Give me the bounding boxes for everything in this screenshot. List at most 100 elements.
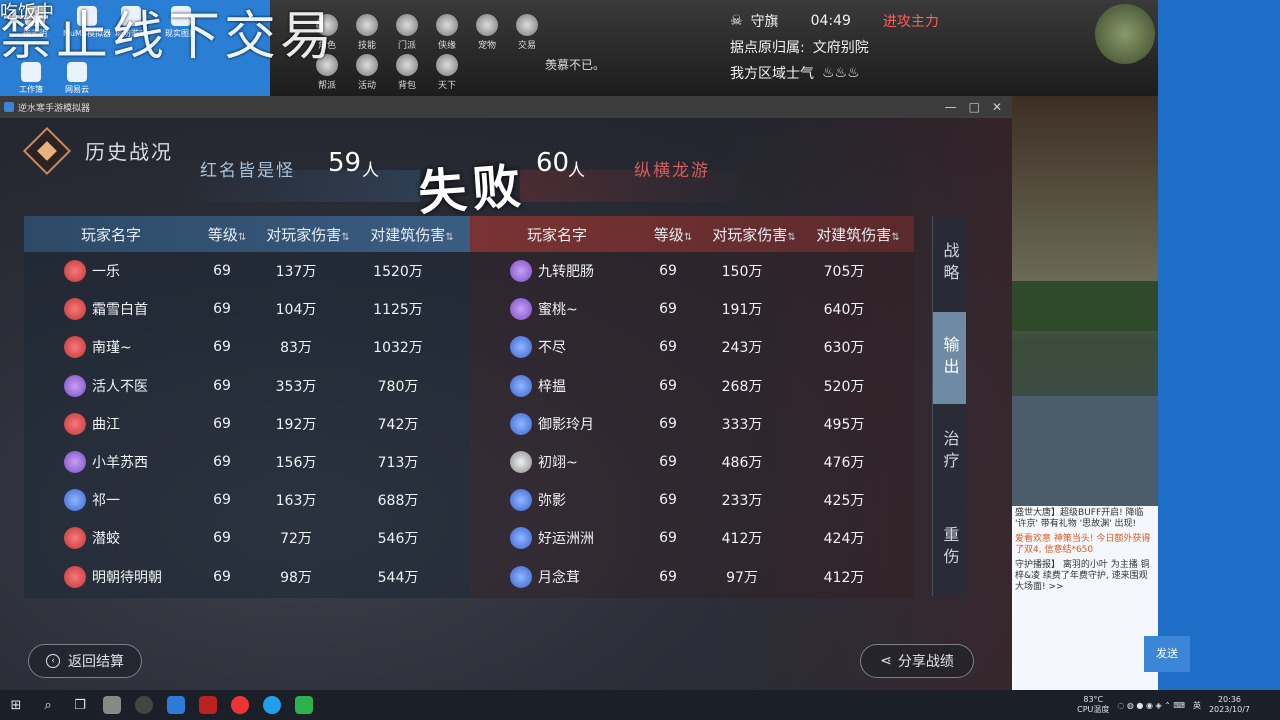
table-row[interactable]: 霜雪白首 69 104万 1125万 [24, 290, 470, 328]
hud-button[interactable]: 帮派 [310, 54, 344, 92]
class-icon [510, 298, 532, 321]
table-row[interactable]: 小羊苏西 69 156万 713万 [24, 443, 470, 481]
table-row[interactable]: 南瑾~ 69 83万 1032万 [24, 328, 470, 366]
hud-button[interactable]: 角色 [310, 14, 344, 52]
task-view-icon[interactable]: ❐ [64, 690, 96, 720]
col-player-damage[interactable]: 对玩家伤害⇅ [256, 224, 360, 245]
right-team-count: 60 [536, 148, 570, 178]
search-icon[interactable]: ⌕ [32, 690, 64, 720]
player-name: 梓揾 [538, 378, 566, 395]
tray-icons[interactable]: ◌ ◍ ● ◉ ◈ ⌃ ⌨ [1117, 701, 1185, 710]
tab-heavy-injury[interactable]: 重伤 [932, 500, 966, 596]
clock[interactable]: 20:36 2023/10/7 [1209, 695, 1250, 715]
class-icon [510, 489, 532, 512]
minimize-button[interactable]: — [945, 100, 957, 114]
building-damage: 713万 [377, 455, 419, 472]
desktop-icon[interactable]: 网易云 [46, 60, 108, 100]
table-row[interactable]: 弥影 69 233万 425万 [470, 481, 914, 519]
table-row[interactable]: 御影玲月 69 333万 495万 [470, 405, 914, 443]
player-damage: 83万 [280, 340, 312, 357]
minimap[interactable] [1095, 4, 1155, 64]
player-level: 69 [659, 301, 677, 318]
building-damage: 546万 [377, 531, 419, 548]
player-name: 御影玲月 [538, 416, 594, 433]
system-tray: 83°C CPU温度 ◌ ◍ ● ◉ ◈ ⌃ ⌨ 英 20:36 2023/10… [1077, 690, 1280, 720]
class-icon [64, 412, 86, 435]
table-row[interactable]: 梓揾 69 268万 520万 [470, 367, 914, 405]
morale-flame-icon: ♨♨♨ [822, 65, 860, 81]
hud-button[interactable]: 技能 [350, 14, 384, 52]
taskbar-app-icon[interactable] [192, 690, 224, 720]
desktop-icon[interactable]: 现实图片 [150, 4, 212, 44]
building-damage: 688万 [377, 493, 419, 510]
emulator-titlebar: 逆水寒手游模拟器 — □ ✕ [0, 96, 1012, 118]
taskbar-app-icon[interactable] [128, 690, 160, 720]
table-row[interactable]: 月念茸 69 97万 412万 [470, 558, 914, 596]
tab-healing[interactable]: 治疗 [932, 404, 966, 500]
table-row[interactable]: 潜蛟 69 72万 546万 [24, 519, 470, 557]
taskbar-app-icon[interactable] [96, 690, 128, 720]
hud-button[interactable]: 门派 [390, 14, 424, 52]
hud-button[interactable]: 天下 [430, 54, 464, 92]
col-level[interactable]: 等级⇅ [198, 224, 256, 245]
taskbar-app-icon[interactable] [224, 690, 256, 720]
class-icon [510, 260, 532, 283]
app-icon [4, 102, 14, 112]
col-level[interactable]: 等级⇅ [644, 224, 702, 245]
table-row[interactable]: 活人不医 69 353万 780万 [24, 367, 470, 405]
battle-status: ☠ 守旗 04:49 进攻主力 据点原归属: 文府别院 我方区域士气 ♨♨♨ [730, 8, 1158, 86]
chat-line: 盛世大唐】超级BUFF开启! 降临 '许京' 带有礼物 '思故渊' 出现! [1015, 508, 1144, 529]
ime-indicator[interactable]: 英 [1193, 700, 1201, 711]
table-row[interactable]: 初翊~ 69 486万 476万 [470, 443, 914, 481]
class-icon [510, 412, 532, 435]
table-row[interactable]: 不尽 69 243万 630万 [470, 328, 914, 366]
player-name: 蜜桃~ [538, 302, 578, 319]
table-row[interactable]: 好运洲洲 69 412万 424万 [470, 519, 914, 557]
start-icon[interactable]: ⊞ [0, 690, 32, 720]
chat-line: 守护播报】 离羽的小叶 为主播 铜梓&凌 续费了年费守护, 速来围观大场面! >… [1015, 560, 1150, 592]
col-building-damage[interactable]: 对建筑伤害⇅ [806, 224, 910, 245]
hud-button[interactable]: 活动 [350, 54, 384, 92]
battle-result: 失败 [416, 158, 529, 222]
class-icon [64, 374, 86, 397]
send-button[interactable]: 发送 [1144, 636, 1190, 672]
hud-button[interactable]: 背包 [390, 54, 424, 92]
building-damage: 520万 [823, 378, 865, 395]
table-row[interactable]: 祁一 69 163万 688万 [24, 481, 470, 519]
tab-output[interactable]: 输出 [932, 312, 966, 404]
close-button[interactable]: ✕ [992, 100, 1002, 114]
col-name: 玩家名字 [526, 225, 587, 244]
table-row[interactable]: 曲江 69 192万 742万 [24, 405, 470, 443]
taskbar-app-icon[interactable] [288, 690, 320, 720]
share-icon: ⋖ [880, 653, 892, 669]
hud-button[interactable]: 侠缘 [430, 14, 464, 52]
col-building-damage[interactable]: 对建筑伤害⇅ [360, 224, 464, 245]
player-damage: 486万 [721, 455, 763, 472]
hud-button[interactable]: 宠物 [470, 14, 504, 52]
flag-icon: ☠ [730, 13, 743, 29]
player-name: 九转肥肠 [538, 264, 594, 281]
table-row[interactable]: 一乐 69 137万 1520万 [24, 252, 470, 290]
maximize-button[interactable]: □ [969, 100, 980, 114]
hud-button[interactable]: 交易 [510, 14, 544, 52]
table-row[interactable]: 蜜桃~ 69 191万 640万 [470, 290, 914, 328]
table-header: 玩家名字 等级⇅ 对玩家伤害⇅ 对建筑伤害⇅ [24, 216, 470, 252]
building-damage: 495万 [823, 416, 865, 433]
table-row[interactable]: 明朝待明朝 69 98万 544万 [24, 558, 470, 596]
sort-icon: ⇅ [891, 231, 900, 243]
player-damage: 233万 [721, 493, 763, 510]
col-player-damage[interactable]: 对玩家伤害⇅ [702, 224, 806, 245]
tab-strategy[interactable]: 战略 [932, 216, 966, 312]
taskbar-app-icon[interactable] [256, 690, 288, 720]
building-damage: 425万 [823, 493, 865, 510]
table-row[interactable]: 九转肥肠 69 150万 705万 [470, 252, 914, 290]
player-level: 69 [213, 454, 231, 471]
player-level: 69 [659, 454, 677, 471]
back-to-settlement-button[interactable]: ‹ 返回结算 [28, 644, 142, 678]
sort-icon: ⇅ [683, 231, 693, 243]
taskbar-app-icon[interactable] [160, 690, 192, 720]
building-damage: 630万 [823, 340, 865, 357]
share-record-button[interactable]: ⋖ 分享战绩 [860, 644, 974, 678]
class-icon [510, 527, 532, 550]
side-tabs: 战略 输出 治疗 重伤 [932, 216, 966, 596]
